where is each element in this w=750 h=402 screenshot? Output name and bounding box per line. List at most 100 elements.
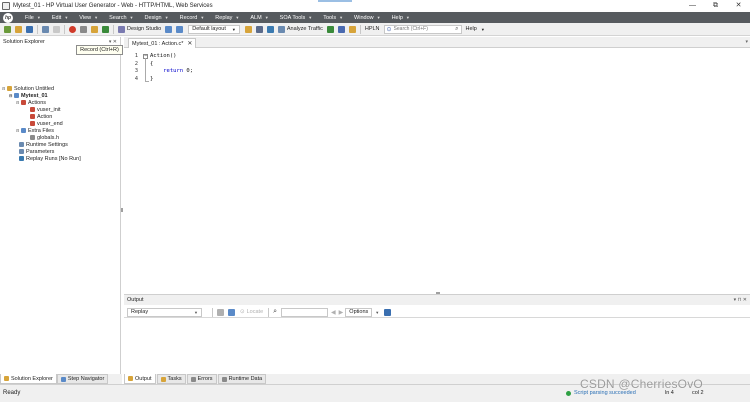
menu-record-label: Record <box>179 14 198 21</box>
tree-item-solution[interactable]: ⊟ Solution Untitled <box>2 85 54 92</box>
close-button[interactable]: ✕ <box>727 0 750 12</box>
tab-errors[interactable]: Errors <box>186 374 217 384</box>
script-view-icon[interactable] <box>176 25 184 33</box>
search-scope-icon[interactable]: ⊙ <box>387 26 392 33</box>
menu-edit[interactable]: Edit ▼ <box>52 15 68 21</box>
hpln-button[interactable]: HPLN <box>363 24 382 34</box>
tab-solution-explorer[interactable]: Solution Explorer <box>0 374 57 384</box>
tab-label: Step Navigator <box>67 376 105 382</box>
menu-help[interactable]: Help ▼ <box>392 15 410 21</box>
record-icon[interactable] <box>69 25 76 33</box>
output-log-area[interactable] <box>124 319 750 374</box>
tree-item-action[interactable]: Action <box>30 113 52 120</box>
tree-item-runtime-settings[interactable]: Runtime Settings <box>19 141 68 148</box>
menu-file[interactable]: File ▼ <box>25 15 41 21</box>
network-icon[interactable] <box>337 25 345 33</box>
menu-window[interactable]: Window ▼ <box>354 15 381 21</box>
analyze-traffic-button[interactable]: Analyze Traffic <box>276 24 325 34</box>
clear-icon[interactable] <box>217 308 224 316</box>
title-accent-bar <box>318 0 352 2</box>
tree-item-actions[interactable]: ⊟ Actions <box>16 99 46 106</box>
redo-icon[interactable] <box>53 25 60 33</box>
help-button[interactable]: Help ▼ <box>464 24 487 34</box>
tree-item-parameters[interactable]: Parameters <box>19 148 54 155</box>
menu-view[interactable]: View ▼ <box>79 15 98 21</box>
options-label: Options <box>349 309 369 315</box>
menu-alm-label: ALM <box>250 14 262 21</box>
code-editor[interactable]: 1 2 3 4 − Action() { return 0; } <box>124 48 750 292</box>
tab-tasks[interactable]: Tasks <box>156 374 186 384</box>
tree-item-extra-files[interactable]: ⊟ Extra Files <box>16 127 54 134</box>
menu-alm[interactable]: ALM ▼ <box>250 15 268 21</box>
tree-item-replay-runs[interactable]: Replay Runs [No Run] <box>19 155 81 162</box>
lightbulb-icon[interactable] <box>348 25 356 33</box>
menu-search[interactable]: Search ▼ <box>109 15 133 21</box>
menu-replay[interactable]: Replay ▼ <box>215 15 239 21</box>
tree-item-label: vuser_init <box>37 106 61 113</box>
chevron-down-icon: ▼ <box>194 309 198 315</box>
find-next-icon[interactable]: ▶ <box>339 309 344 316</box>
chevron-down-icon[interactable]: ▼ <box>375 310 379 315</box>
search-icon[interactable]: ⌕ <box>455 26 458 33</box>
panel-splitter-handle[interactable] <box>121 208 123 212</box>
chevron-down-icon: ▼ <box>164 15 169 20</box>
close-icon[interactable]: ✕ <box>187 40 192 47</box>
tree-item-globals[interactable]: globals.h <box>30 134 59 141</box>
stop-icon[interactable] <box>80 25 87 33</box>
tree-item-script[interactable]: ⊟ Mytest_01 <box>9 92 48 99</box>
minimize-button[interactable]: — <box>681 0 704 12</box>
tree-item-vuser-init[interactable]: vuser_init <box>30 106 61 113</box>
bulb-icon[interactable] <box>244 25 252 33</box>
compile-icon[interactable] <box>91 25 98 33</box>
tools-icon[interactable] <box>255 25 263 33</box>
snapshot-icon[interactable] <box>165 25 173 33</box>
tab-action-c[interactable]: Mytest_01 : Action.c* ✕ <box>128 38 197 48</box>
panel-pin-icon[interactable]: ▾ ⊓ ✕ <box>734 297 747 303</box>
undo-icon[interactable] <box>42 25 49 33</box>
design-studio-button[interactable]: Design Studio <box>116 24 163 34</box>
menu-record[interactable]: Record ▼ <box>180 15 205 21</box>
tasks-icon <box>160 376 166 382</box>
parameters-icon <box>19 149 24 154</box>
tab-step-navigator[interactable]: Step Navigator <box>56 374 109 384</box>
pen-icon[interactable] <box>326 25 334 33</box>
layout-dropdown[interactable]: Default layout ▼ <box>188 24 240 34</box>
save-icon[interactable] <box>26 25 33 33</box>
search-icon[interactable]: ⌕ <box>273 308 277 316</box>
replay-runs-icon <box>19 156 24 161</box>
new-solution-icon[interactable] <box>4 25 11 33</box>
save-icon[interactable] <box>384 308 392 316</box>
runtime-data-icon <box>221 376 227 382</box>
output-search-input[interactable] <box>281 307 329 317</box>
tree-item-vuser-end[interactable]: vuser_end <box>30 120 63 127</box>
search-box[interactable]: ⊙ ⌕ <box>383 24 462 34</box>
locate-button[interactable]: ⊙ Locate <box>237 308 266 317</box>
toolbar-separator <box>113 24 114 34</box>
restore-button[interactable]: ⧉ <box>704 0 727 12</box>
output-source-dropdown[interactable]: Replay ▼ <box>127 307 202 317</box>
menu-tools[interactable]: Tools ▼ <box>323 15 343 21</box>
status-ready: Ready <box>3 390 21 396</box>
options-button[interactable]: Options <box>345 307 373 317</box>
code-keyword: return <box>163 68 184 74</box>
vugen-window: Mytest_01 - HP Virtual User Generator - … <box>0 0 750 402</box>
design-studio-label: Design Studio <box>127 26 162 32</box>
tab-runtime-data[interactable]: Runtime Data <box>217 374 267 384</box>
design-studio-icon <box>118 25 125 33</box>
editor-tab-strip: Mytest_01 : Action.c* ✕ ▾ <box>124 37 750 48</box>
menu-soa-tools[interactable]: SOA Tools ▼ <box>280 15 313 21</box>
search-input[interactable] <box>393 26 450 32</box>
replay-icon[interactable] <box>102 25 109 33</box>
pin-icon[interactable]: ▾ <box>745 39 748 45</box>
tab-output[interactable]: Output <box>124 374 156 384</box>
solution-icon <box>7 86 12 91</box>
toolbar-separator <box>64 24 65 34</box>
copy-icon[interactable] <box>228 308 235 316</box>
menu-design[interactable]: Design ▼ <box>145 15 169 21</box>
settings-icon <box>19 142 24 147</box>
output-source-label: Replay <box>131 309 149 315</box>
open-folder-icon[interactable] <box>15 25 22 33</box>
find-previous-icon[interactable]: ◀ <box>331 309 336 316</box>
grid-icon[interactable] <box>266 25 274 33</box>
left-panel-tabs: Solution Explorer Step Navigator <box>0 374 122 384</box>
